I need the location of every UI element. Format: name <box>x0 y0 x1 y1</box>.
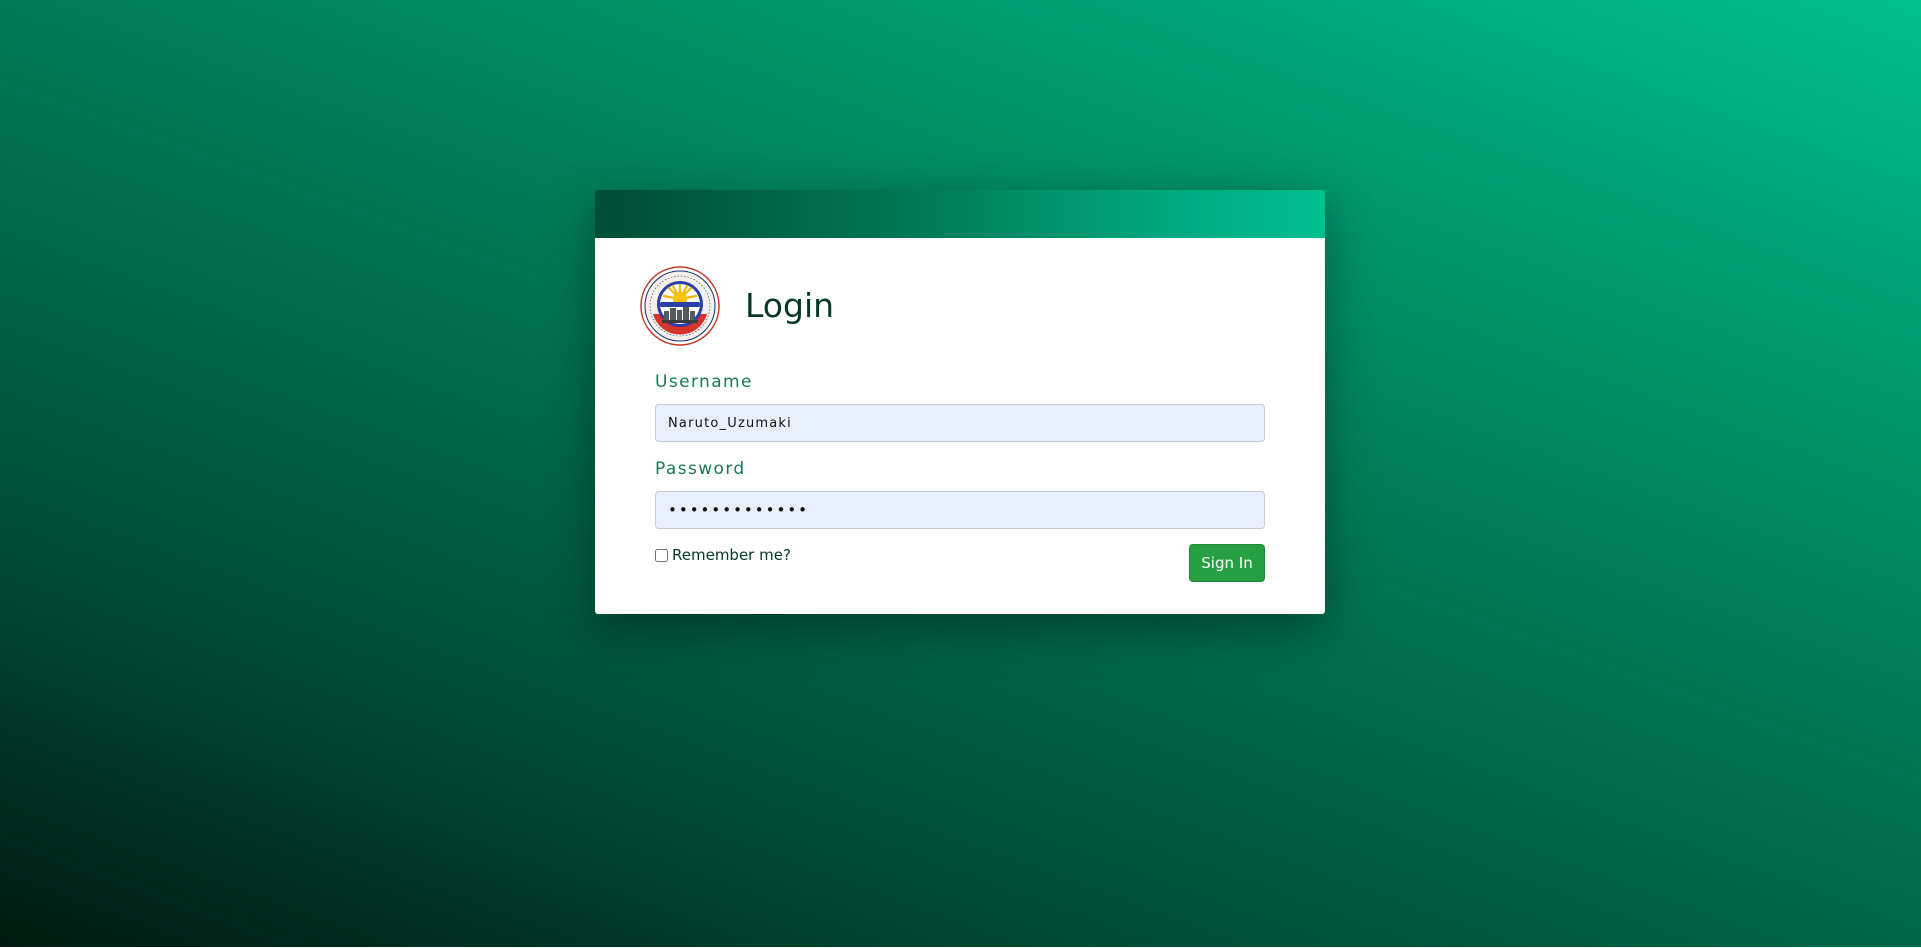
password-label: Password <box>655 459 746 479</box>
municipal-seal-logo <box>640 266 720 346</box>
sign-in-button[interactable]: Sign In <box>1189 544 1265 582</box>
remember-me-row: Remember me? <box>655 546 791 564</box>
card-header-band <box>595 190 1325 238</box>
password-field[interactable] <box>655 491 1265 529</box>
remember-me-checkbox[interactable] <box>655 548 668 562</box>
username-label: Username <box>655 372 753 392</box>
login-form: Login Username Password Remember me? Sig… <box>595 238 1325 614</box>
remember-me-label[interactable]: Remember me? <box>672 546 791 564</box>
username-field[interactable] <box>655 404 1265 442</box>
login-card: Login Username Password Remember me? Sig… <box>595 190 1325 614</box>
page-title: Login <box>745 286 835 325</box>
